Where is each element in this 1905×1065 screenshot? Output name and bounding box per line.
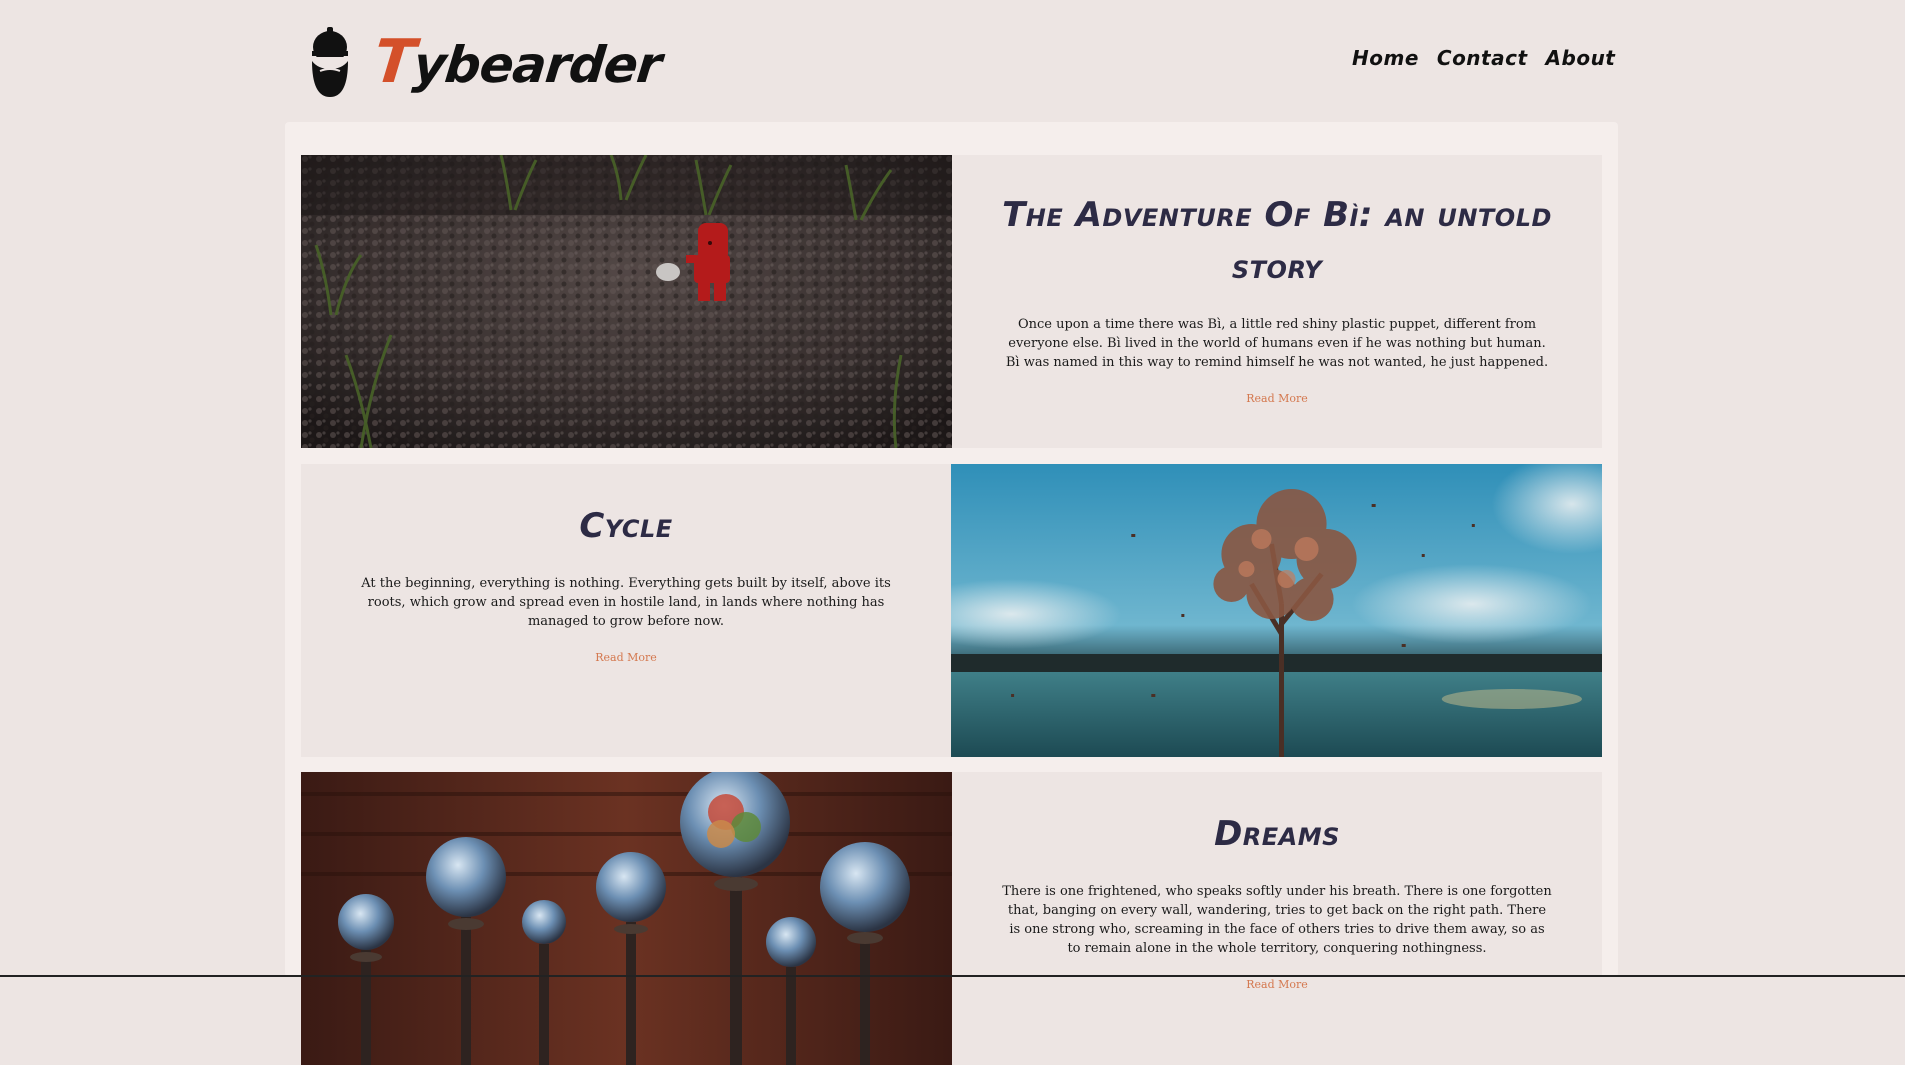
post-card: The Adventure Of Bì: an untold story Onc…: [301, 155, 1602, 448]
nav-home[interactable]: Home: [1352, 46, 1419, 70]
post-text: The Adventure Of Bì: an untold story Onc…: [952, 155, 1602, 448]
site-logo[interactable]: Tybearder: [306, 22, 664, 102]
glass-spheres-image: [301, 772, 952, 1065]
post-excerpt: At the beginning, everything is nothing.…: [361, 576, 891, 629]
post-text: Cycle At the beginning, everything is no…: [301, 464, 951, 757]
post-text: Dreams There is one frightened, who spea…: [952, 772, 1602, 1065]
post-excerpt: There is one frightened, who speaks soft…: [1002, 884, 1552, 956]
post-image[interactable]: [951, 464, 1602, 757]
bearded-man-icon: [312, 27, 348, 97]
main-nav: Home Contact About: [1352, 46, 1633, 70]
post-excerpt: Once upon a time there was Bì, a little …: [1005, 317, 1549, 370]
post-title[interactable]: Dreams: [1002, 808, 1552, 860]
read-more-link[interactable]: Read More: [1246, 978, 1308, 991]
post-title[interactable]: The Adventure Of Bì: an untold story: [1002, 189, 1552, 293]
nav-about[interactable]: About: [1546, 46, 1616, 70]
tree-in-water-image: [951, 464, 1602, 757]
post-image[interactable]: [301, 155, 952, 448]
post-image[interactable]: [301, 772, 952, 1065]
read-more-link[interactable]: Read More: [1246, 392, 1308, 405]
post-card: Cycle At the beginning, everything is no…: [301, 464, 1602, 757]
post-title[interactable]: Cycle: [351, 500, 901, 552]
read-more-link[interactable]: Read More: [595, 651, 657, 664]
post-card: Dreams There is one frightened, who spea…: [301, 772, 1602, 1065]
site-title: Tybearder: [370, 27, 664, 97]
site-header: Tybearder Home Contact About: [0, 0, 1905, 122]
nav-contact[interactable]: Contact: [1437, 46, 1528, 70]
posts-container: The Adventure Of Bì: an untold story Onc…: [285, 122, 1618, 1065]
red-puppet-image: [301, 155, 952, 448]
